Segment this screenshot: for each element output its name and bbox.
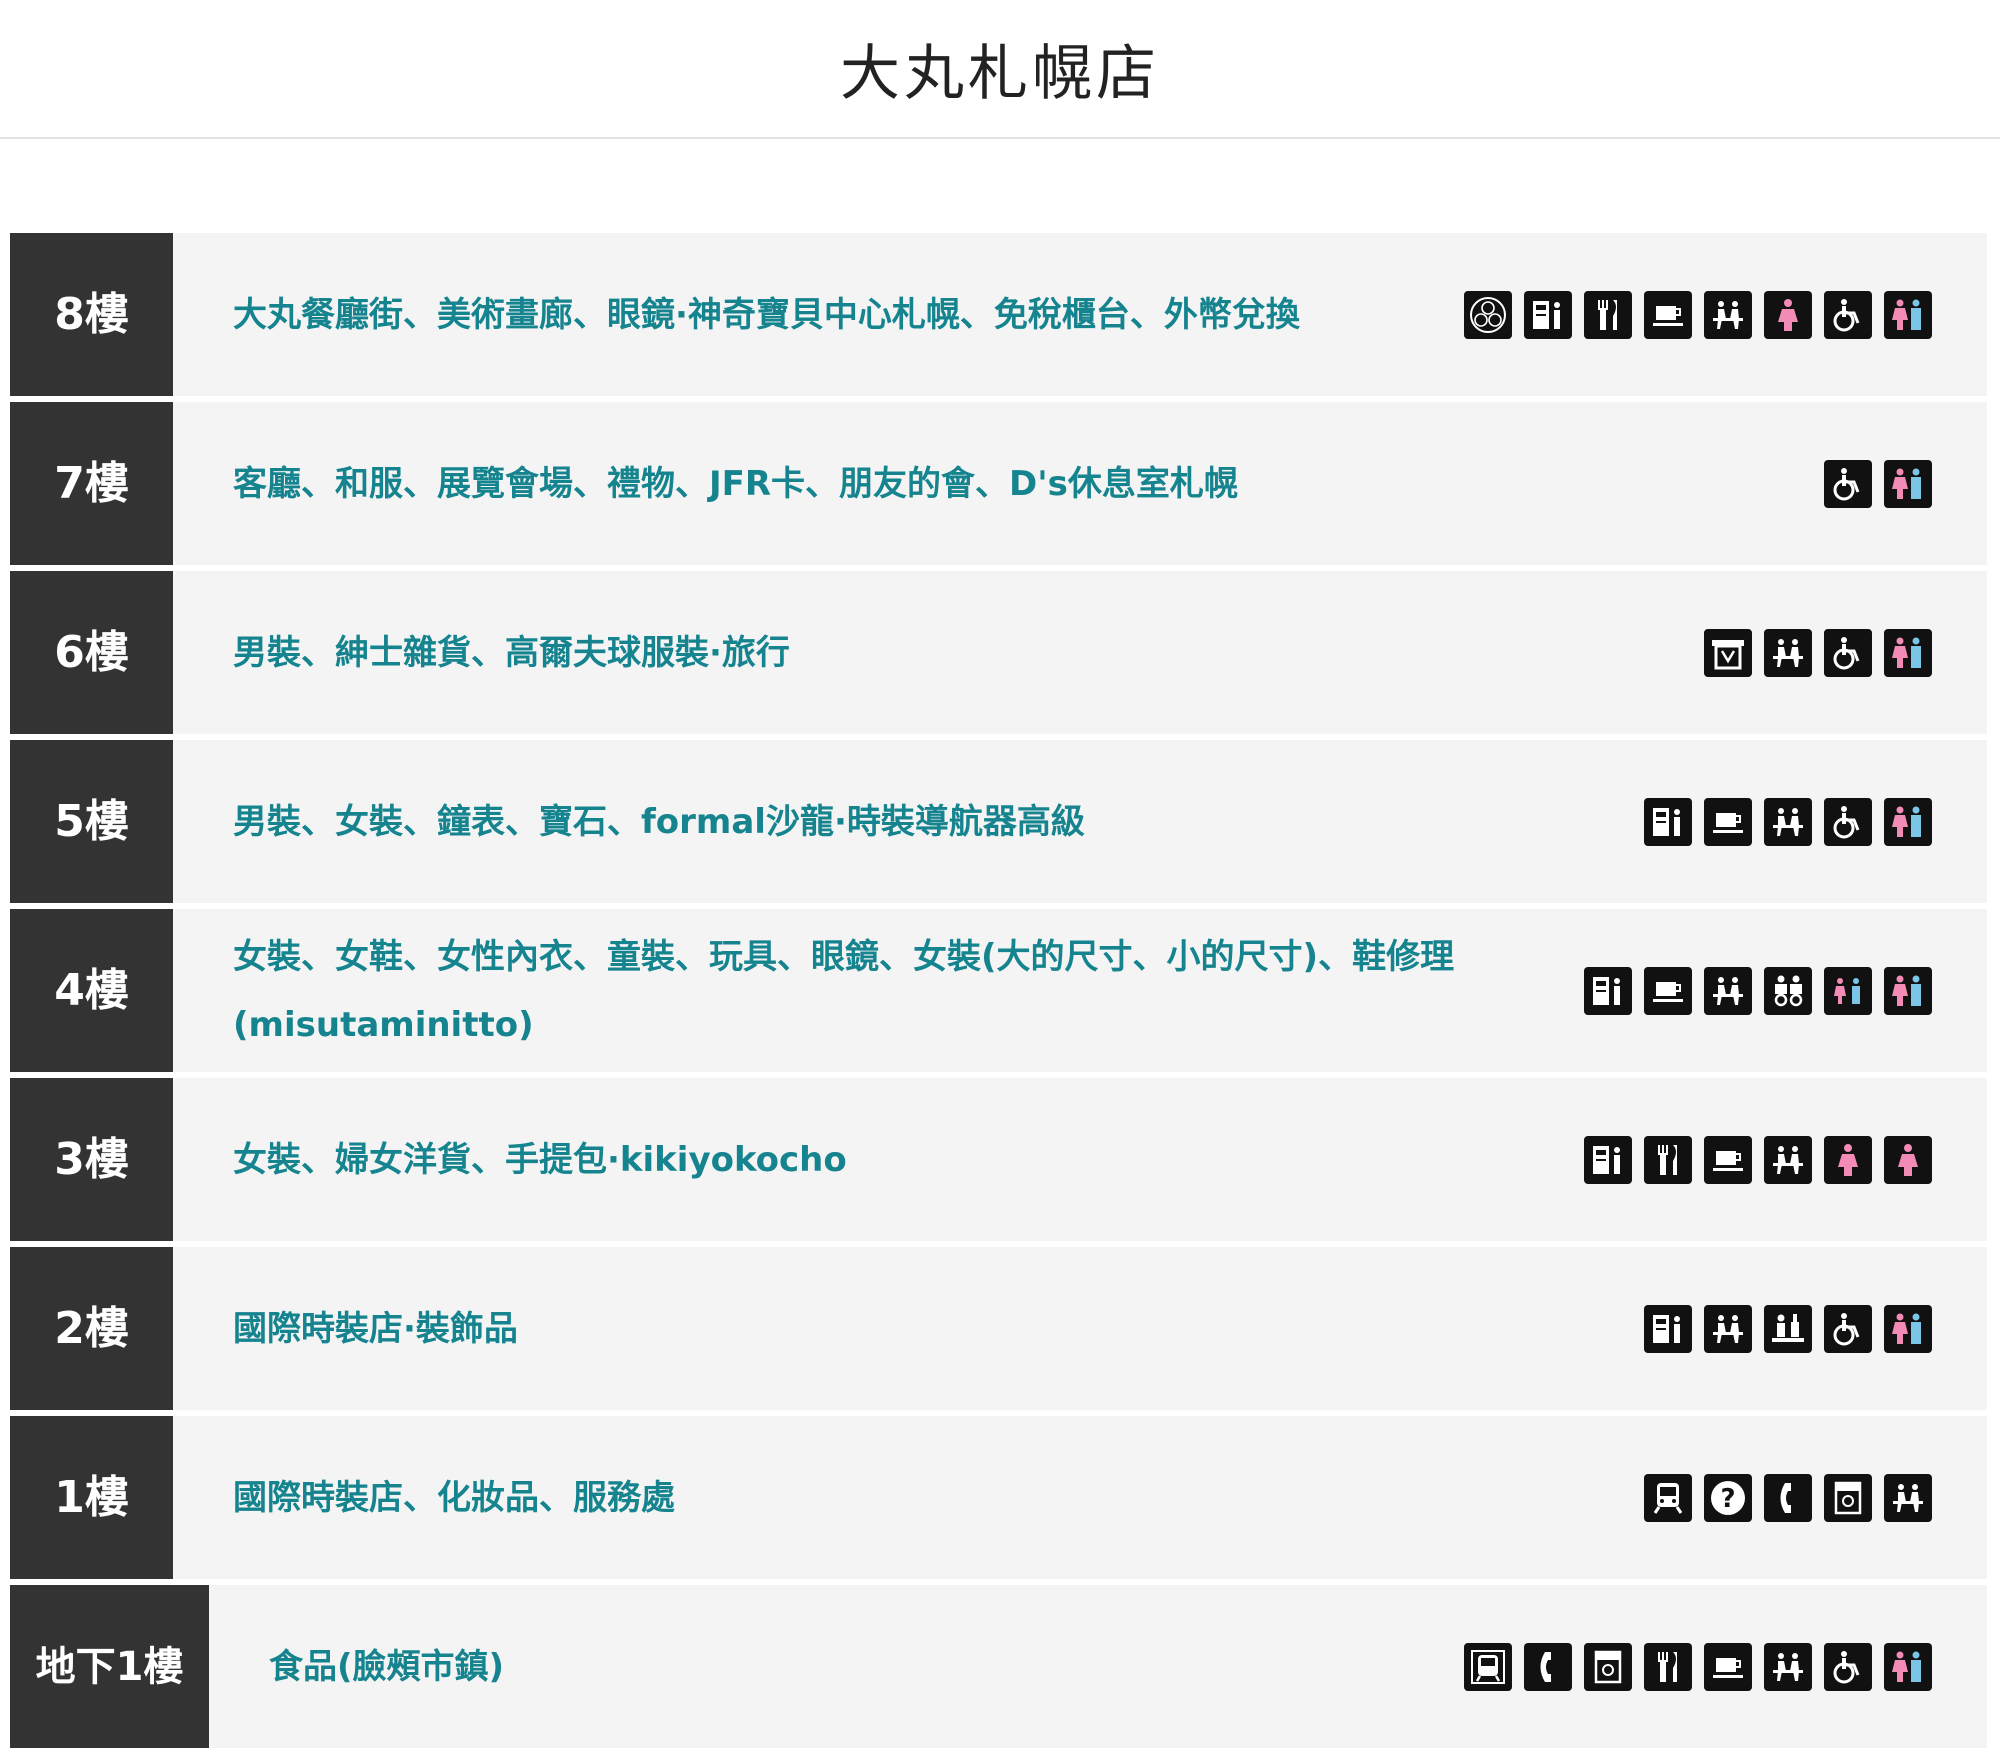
accessible-restroom-icon	[1824, 290, 1872, 339]
facility-icons	[1464, 290, 1932, 339]
tax-free-icon	[1464, 290, 1512, 339]
floor-label: 5樓	[10, 740, 173, 903]
nursing-room-icon	[1764, 1304, 1812, 1353]
floor-content: 女裝、婦女洋貨、手提包·kikiyokocho	[173, 1078, 1987, 1241]
floor-row: 1樓 國際時裝店、化妝品、服務處?	[10, 1416, 1987, 1579]
information-icon: ?	[1704, 1473, 1752, 1522]
atm-icon	[1644, 797, 1692, 846]
floor-description-link[interactable]: 國際時裝店、化妝品、服務處	[233, 1464, 675, 1532]
facility-icons	[1464, 1642, 1932, 1691]
floor-label: 6樓	[10, 571, 173, 734]
svg-text:?: ?	[1720, 1484, 1735, 1514]
floor-row: 4樓 女裝、女鞋、女性內衣、童裝、玩具、眼鏡、女裝(大的尺寸、小的尺寸)、鞋修理(…	[10, 909, 1987, 1072]
facility-icons	[1584, 966, 1932, 1015]
restaurant-icon	[1644, 1135, 1692, 1184]
restroom-icon	[1884, 1642, 1932, 1691]
floor-row: 2樓 國際時裝店·裝飾品	[10, 1247, 1987, 1410]
rest-area-icon	[1704, 966, 1752, 1015]
floor-label: 3樓	[10, 1078, 173, 1241]
floor-row: 8樓 大丸餐廳街、美術畫廊、眼鏡·神奇寶貝中心札幌、免稅櫃台、外幣兌換	[10, 233, 1987, 396]
accessible-restroom-icon	[1824, 1642, 1872, 1691]
restroom-icon	[1884, 290, 1932, 339]
floor-row: 5樓 男裝、女裝、鐘表、寶石、formal沙龍·時裝導航器高級	[10, 740, 1987, 903]
cafe-icon	[1704, 1642, 1752, 1691]
floor-description-link[interactable]: 女裝、婦女洋貨、手提包·kikiyokocho	[233, 1126, 847, 1194]
rest-area-icon	[1704, 290, 1752, 339]
floor-row: 地下1樓 食品(臉頰市鎮)	[10, 1585, 1987, 1748]
baby-room-icon	[1764, 966, 1812, 1015]
rest-area-icon	[1764, 1642, 1812, 1691]
womens-restroom-icon	[1764, 290, 1812, 339]
floor-label: 1樓	[10, 1416, 173, 1579]
atm-icon	[1644, 1304, 1692, 1353]
floor-content: 女裝、女鞋、女性內衣、童裝、玩具、眼鏡、女裝(大的尺寸、小的尺寸)、鞋修理(mi…	[173, 909, 1987, 1072]
floor-row: 7樓 客廳、和服、展覽會場、禮物、JFR卡、朋友的會、D's休息室札幌	[10, 402, 1987, 565]
restaurant-icon	[1644, 1642, 1692, 1691]
floor-description-link[interactable]: 國際時裝店·裝飾品	[233, 1295, 518, 1363]
floor-label: 4樓	[10, 909, 173, 1072]
floor-content: 男裝、紳士雜貨、高爾夫球服裝·旅行	[173, 571, 1987, 734]
floor-label: 2樓	[10, 1247, 173, 1410]
accessible-restroom-icon	[1824, 797, 1872, 846]
phone-icon	[1524, 1642, 1572, 1691]
cafe-icon	[1644, 290, 1692, 339]
floor-content: 食品(臉頰市鎮)	[209, 1585, 1987, 1748]
cafe-icon	[1704, 797, 1752, 846]
restaurant-icon	[1584, 290, 1632, 339]
rest-area-icon	[1704, 1304, 1752, 1353]
accessible-restroom-icon	[1824, 628, 1872, 677]
restroom-icon	[1884, 966, 1932, 1015]
locker-icon	[1584, 1642, 1632, 1691]
phone-icon	[1764, 1473, 1812, 1522]
restroom-icon	[1884, 459, 1932, 508]
restroom-icon	[1884, 797, 1932, 846]
subway-icon	[1464, 1642, 1512, 1691]
floor-row: 6樓 男裝、紳士雜貨、高爾夫球服裝·旅行	[10, 571, 1987, 734]
facility-icons	[1644, 1304, 1932, 1353]
atm-icon	[1584, 966, 1632, 1015]
page-title: 大丸札幌店	[840, 39, 1160, 109]
facility-icons	[1584, 1135, 1932, 1184]
floor-description-link[interactable]: 男裝、紳士雜貨、高爾夫球服裝·旅行	[233, 619, 790, 687]
facility-icons	[1644, 797, 1932, 846]
floor-description-link[interactable]: 女裝、女鞋、女性內衣、童裝、玩具、眼鏡、女裝(大的尺寸、小的尺寸)、鞋修理(mi…	[233, 923, 1503, 1059]
cafe-icon	[1644, 966, 1692, 1015]
rest-area-icon	[1764, 1135, 1812, 1184]
cafe-icon	[1704, 1135, 1752, 1184]
rest-area-icon	[1884, 1473, 1932, 1522]
floor-row: 3樓 女裝、婦女洋貨、手提包·kikiyokocho	[10, 1078, 1987, 1241]
floor-label: 7樓	[10, 402, 173, 565]
floor-label: 地下1樓	[10, 1585, 209, 1748]
restroom-icon	[1884, 1304, 1932, 1353]
floor-description-link[interactable]: 食品(臉頰市鎮)	[269, 1633, 504, 1701]
floor-content: 客廳、和服、展覽會場、禮物、JFR卡、朋友的會、D's休息室札幌	[173, 402, 1987, 565]
rest-area-icon	[1764, 628, 1812, 677]
atm-icon	[1584, 1135, 1632, 1184]
floor-description-link[interactable]: 男裝、女裝、鐘表、寶石、formal沙龍·時裝導航器高級	[233, 788, 1085, 856]
floor-content: 國際時裝店·裝飾品	[173, 1247, 1987, 1410]
locker-icon	[1824, 1473, 1872, 1522]
floor-label: 8樓	[10, 233, 173, 396]
floor-content: 國際時裝店、化妝品、服務處?	[173, 1416, 1987, 1579]
facility-icons	[1704, 628, 1932, 677]
floor-description-link[interactable]: 大丸餐廳街、美術畫廊、眼鏡·神奇寶貝中心札幌、免稅櫃台、外幣兌換	[233, 281, 1300, 349]
floor-description-link[interactable]: 客廳、和服、展覽會場、禮物、JFR卡、朋友的會、D's休息室札幌	[233, 450, 1238, 518]
atm-icon	[1524, 290, 1572, 339]
floor-directory: 8樓 大丸餐廳街、美術畫廊、眼鏡·神奇寶貝中心札幌、免稅櫃台、外幣兌換 7樓 客廳、和…	[10, 233, 1987, 1754]
tax-refund-icon	[1704, 628, 1752, 677]
train-icon	[1644, 1473, 1692, 1522]
accessible-restroom-icon	[1824, 459, 1872, 508]
facility-icons: ?	[1644, 1473, 1932, 1522]
rest-area-icon	[1764, 797, 1812, 846]
floor-content: 男裝、女裝、鐘表、寶石、formal沙龍·時裝導航器高級	[173, 740, 1987, 903]
kids-restroom-icon	[1824, 966, 1872, 1015]
restroom-icon	[1884, 628, 1932, 677]
accessible-restroom-icon	[1824, 1304, 1872, 1353]
floor-content: 大丸餐廳街、美術畫廊、眼鏡·神奇寶貝中心札幌、免稅櫃台、外幣兌換	[173, 233, 1987, 396]
womens-restroom-icon	[1824, 1135, 1872, 1184]
page-header: 大丸札幌店	[0, 0, 2000, 139]
facility-icons	[1824, 459, 1932, 508]
womens-icon	[1884, 1135, 1932, 1184]
